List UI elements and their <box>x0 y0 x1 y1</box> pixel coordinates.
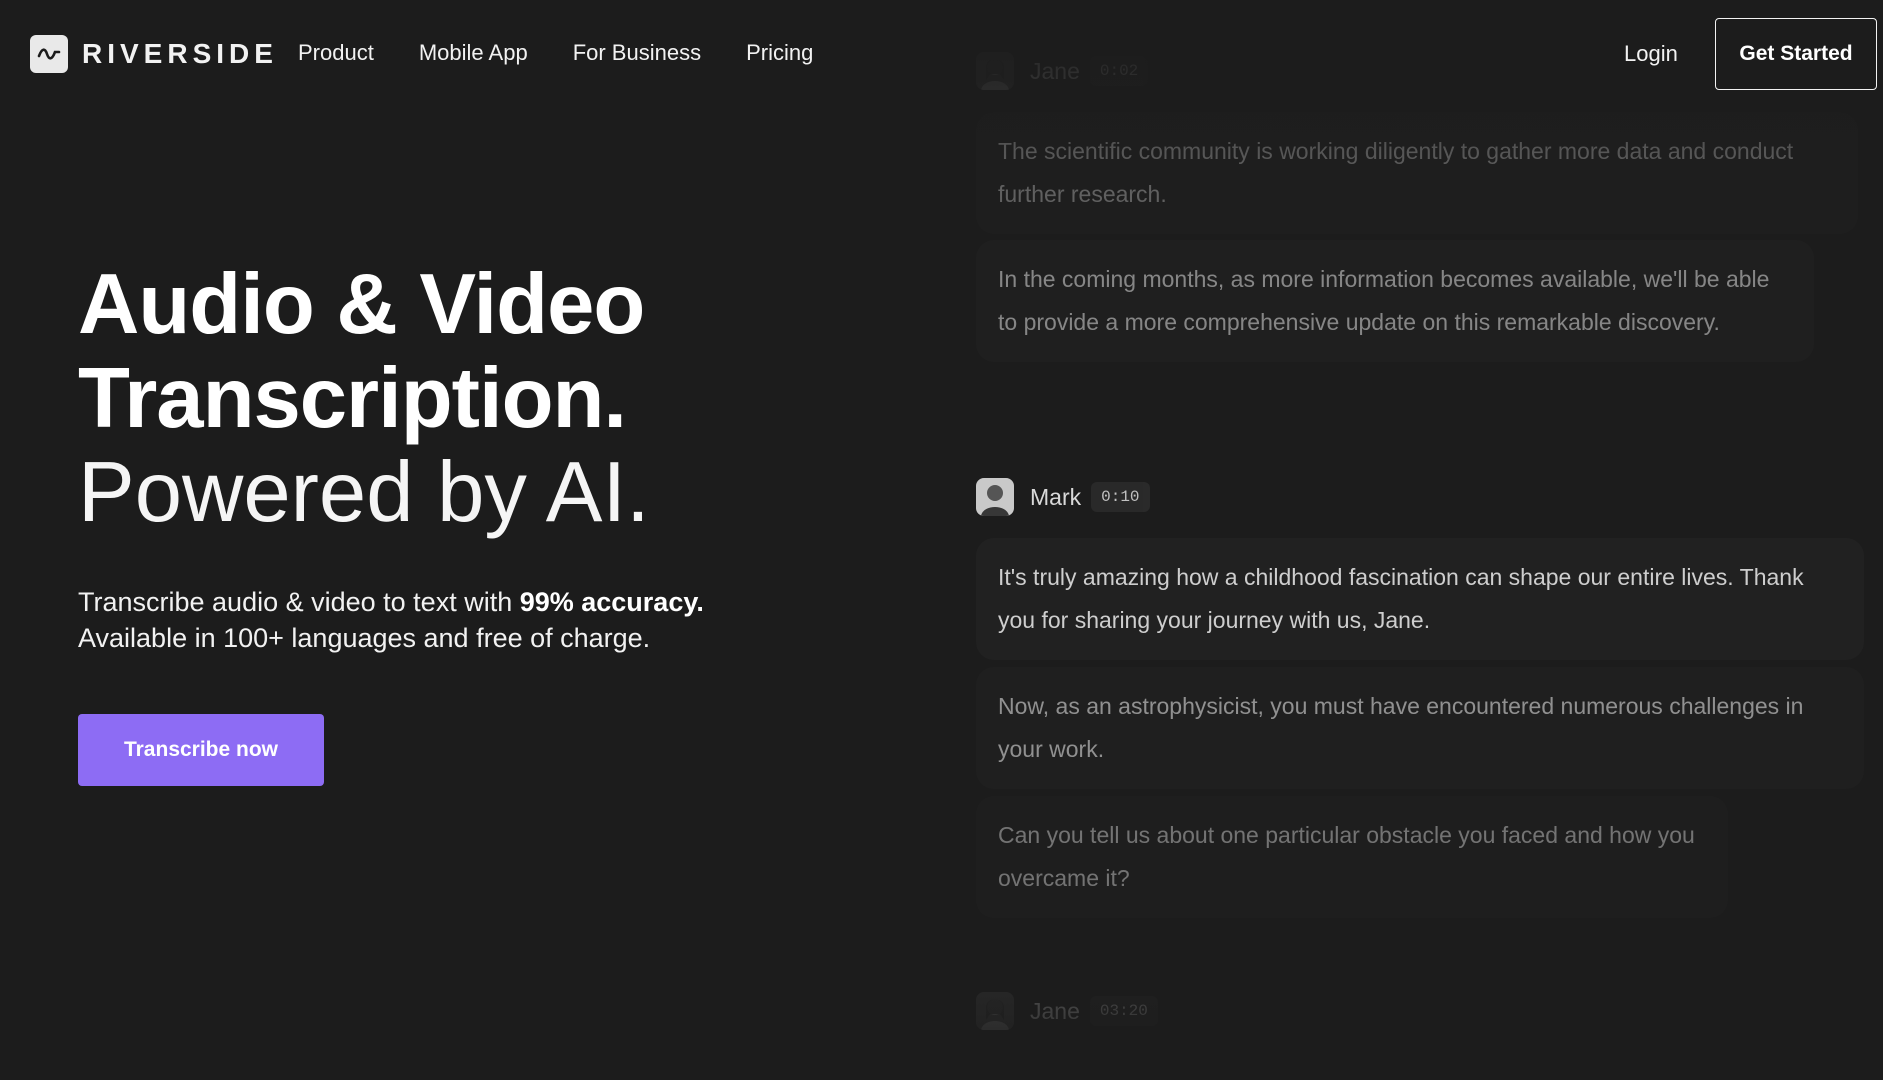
transcript-message: The scientific community is working dili… <box>976 112 1858 234</box>
transcribe-now-button[interactable]: Transcribe now <box>78 714 324 786</box>
hero-title-line-1: Audio & Video <box>78 257 645 352</box>
transcript-message: Now, as an astrophysicist, you must have… <box>976 667 1864 789</box>
speaker-name: Jane <box>1030 997 1080 1024</box>
timestamp-badge: 0:10 <box>1091 482 1150 512</box>
speaker-header: Mark 0:10 <box>976 478 1150 516</box>
transcript-message: Can you tell us about one particular obs… <box>976 796 1728 918</box>
transcript-message: In the coming months, as more informatio… <box>976 240 1814 362</box>
avatar <box>976 992 1014 1030</box>
nav-links: Product Mobile App For Business Pricing <box>298 40 813 66</box>
speaker-name: Mark <box>1030 483 1082 510</box>
transcript-preview: Jane 0:02 The scientific community is wo… <box>976 0 1883 1080</box>
nav-link-mobile-app[interactable]: Mobile App <box>419 40 528 66</box>
hero-title-line-2: Transcription. <box>78 351 627 446</box>
hero-subtitle-line-2: Available in 100+ languages and free of … <box>78 623 651 653</box>
hero-title-line-3: Powered by AI. <box>78 445 650 540</box>
speaker-header: Jane 03:20 <box>976 992 1158 1030</box>
nav-link-product[interactable]: Product <box>298 40 374 66</box>
hero-section: Audio & Video Transcription. Powered by … <box>78 258 878 786</box>
avatar <box>976 478 1014 516</box>
hero-subtitle: Transcribe audio & video to text with 99… <box>78 584 878 656</box>
waveform-logo-icon <box>30 35 68 73</box>
hero-subtitle-text: Transcribe audio & video to text with <box>78 587 520 617</box>
accuracy-highlight: 99% accuracy. <box>519 587 704 617</box>
get-started-button[interactable]: Get Started <box>1715 18 1877 90</box>
nav-link-pricing[interactable]: Pricing <box>746 40 813 66</box>
transcript-message: It's truly amazing how a childhood fasci… <box>976 538 1864 660</box>
timestamp-badge: 03:20 <box>1089 996 1158 1026</box>
nav-link-for-business[interactable]: For Business <box>573 40 701 66</box>
login-link[interactable]: Login <box>1624 41 1678 67</box>
brand-logo[interactable]: RIVERSIDE <box>30 35 278 73</box>
brand-name: RIVERSIDE <box>82 38 278 69</box>
top-navigation: RIVERSIDE Product Mobile App For Busines… <box>0 0 1883 108</box>
